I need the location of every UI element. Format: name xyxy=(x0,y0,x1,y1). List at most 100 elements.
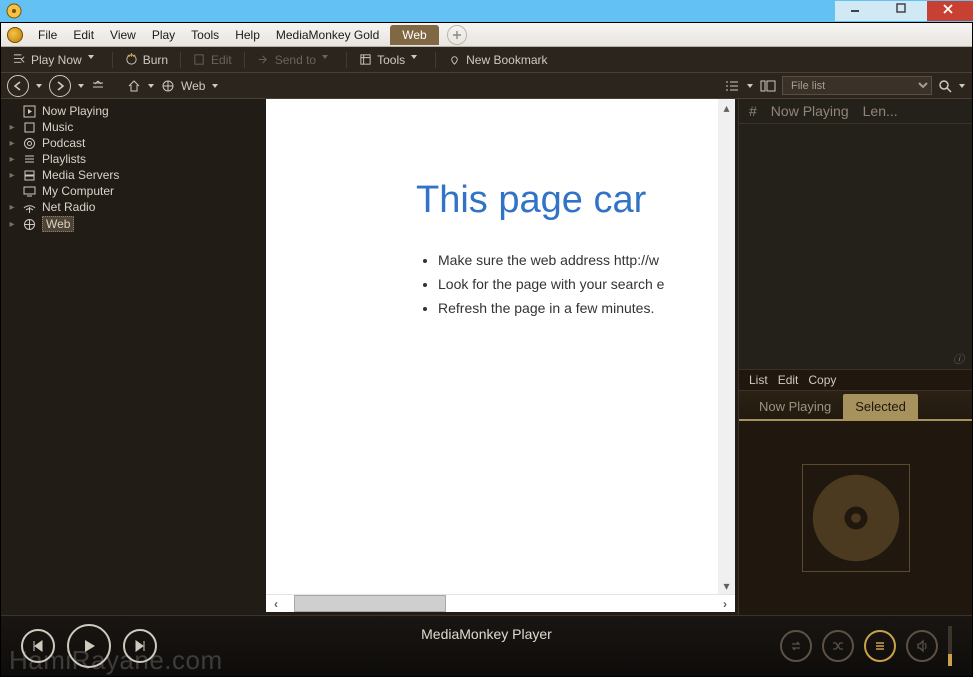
burn-icon xyxy=(125,53,138,66)
menu-edit[interactable]: Edit xyxy=(66,25,101,45)
repeat-button[interactable] xyxy=(780,630,812,662)
music-icon xyxy=(23,121,36,134)
tree-item-music[interactable]: ▸Music xyxy=(1,119,266,135)
album-art-placeholder xyxy=(802,464,910,572)
tree-item-net-radio[interactable]: ▸Net Radio xyxy=(1,199,266,215)
search-icon[interactable] xyxy=(938,79,952,93)
window-maximize-button[interactable] xyxy=(881,1,927,21)
menu-tools[interactable]: Tools xyxy=(184,25,226,45)
view-list-icon[interactable] xyxy=(724,79,740,93)
send-to-label: Send to xyxy=(275,53,316,67)
error-bullet: Look for the page with your search e xyxy=(438,276,678,292)
tools-icon xyxy=(359,53,372,66)
scroll-left-icon[interactable]: ‹ xyxy=(266,597,286,611)
window-minimize-button[interactable] xyxy=(835,1,881,21)
nav-forward-button[interactable] xyxy=(49,75,71,97)
play-now-icon xyxy=(13,53,26,66)
dropdown-icon[interactable] xyxy=(958,82,966,90)
add-tab-button[interactable] xyxy=(447,25,467,45)
home-icon[interactable] xyxy=(127,79,141,93)
art-tab-selected[interactable]: Selected xyxy=(843,394,918,419)
new-bookmark-button[interactable]: New Bookmark xyxy=(442,51,553,69)
vertical-scrollbar[interactable]: ▴ ▾ xyxy=(718,99,735,594)
view-mode-combo[interactable]: File list xyxy=(782,76,932,95)
tools-button[interactable]: Tools xyxy=(353,51,429,69)
send-to-icon xyxy=(257,53,270,66)
tracklist-header: # Now Playing Len... xyxy=(739,99,972,124)
play-icon xyxy=(23,105,36,118)
art-menu-edit[interactable]: Edit xyxy=(778,373,799,387)
dropdown-icon xyxy=(410,53,423,66)
tree-item-podcast[interactable]: ▸Podcast xyxy=(1,135,266,151)
col-now-playing[interactable]: Now Playing xyxy=(771,103,849,119)
window-close-button[interactable] xyxy=(927,1,973,21)
bookmark-icon xyxy=(448,53,461,66)
art-menu: List Edit Copy xyxy=(739,370,972,391)
tree-item-media-servers[interactable]: ▸Media Servers xyxy=(1,167,266,183)
tab-web[interactable]: Web xyxy=(390,25,438,45)
scroll-down-icon[interactable]: ▾ xyxy=(718,577,735,594)
menu-play[interactable]: Play xyxy=(145,25,182,45)
dropdown-icon[interactable] xyxy=(147,82,155,90)
scroll-right-icon[interactable]: › xyxy=(715,597,735,611)
scroll-thumb[interactable] xyxy=(294,595,446,612)
menu-view[interactable]: View xyxy=(103,25,143,45)
playlists-icon xyxy=(23,153,36,166)
dropdown-icon[interactable] xyxy=(77,82,85,90)
dropdown-icon[interactable] xyxy=(211,82,219,90)
embedded-browser: This page car Make sure the web address … xyxy=(266,99,735,612)
web-icon xyxy=(23,218,36,231)
send-to-button: Send to xyxy=(251,51,340,69)
menu-gold[interactable]: MediaMonkey Gold xyxy=(269,25,386,45)
navigation-tree[interactable]: ▸Now Playing ▸Music ▸Podcast ▸Playlists … xyxy=(1,99,266,615)
shuffle-button[interactable] xyxy=(822,630,854,662)
col-number[interactable]: # xyxy=(749,103,757,119)
nav-bar: Web File list xyxy=(1,73,972,99)
dropdown-icon[interactable] xyxy=(35,82,43,90)
app-window: File Edit View Play Tools Help MediaMonk… xyxy=(0,0,973,677)
info-icon[interactable]: ⓘ xyxy=(953,351,964,367)
player-bar: MediaMonkey Player HamiRayane.com xyxy=(1,615,972,676)
computer-icon xyxy=(23,185,36,198)
tree-item-web[interactable]: ▸Web xyxy=(1,215,266,233)
dropdown-icon[interactable] xyxy=(746,82,754,90)
tree-label: Net Radio xyxy=(42,200,95,214)
error-bullet: Make sure the web address http://w xyxy=(438,252,678,268)
menu-file[interactable]: File xyxy=(31,25,64,45)
volume-button[interactable] xyxy=(906,630,938,662)
dropdown-icon xyxy=(321,53,334,66)
nav-back-button[interactable] xyxy=(7,75,29,97)
tree-item-my-computer[interactable]: ▸My Computer xyxy=(1,183,266,199)
center-pane: This page car Make sure the web address … xyxy=(266,99,738,615)
right-panel: # Now Playing Len... ⓘ List Edit Copy No… xyxy=(738,99,972,615)
nav-up-icon[interactable] xyxy=(91,79,105,93)
tools-label: Tools xyxy=(377,53,405,67)
tree-label: Media Servers xyxy=(42,168,119,182)
app-logo-icon xyxy=(7,27,23,43)
tree-item-playlists[interactable]: ▸Playlists xyxy=(1,151,266,167)
art-menu-list[interactable]: List xyxy=(749,373,768,387)
burn-label: Burn xyxy=(143,53,168,67)
art-menu-copy[interactable]: Copy xyxy=(808,373,836,387)
horizontal-scrollbar[interactable]: ‹ › xyxy=(266,594,735,612)
view-columns-icon[interactable] xyxy=(760,79,776,93)
menu-help[interactable]: Help xyxy=(228,25,267,45)
tracklist-pane: # Now Playing Len... ⓘ xyxy=(739,99,972,369)
error-bullet: Refresh the page in a few minutes. xyxy=(438,300,678,316)
breadcrumb-web[interactable]: Web xyxy=(181,79,205,93)
disc-icon xyxy=(808,470,904,566)
app-body: ▸Now Playing ▸Music ▸Podcast ▸Playlists … xyxy=(1,99,972,615)
volume-slider[interactable] xyxy=(948,626,952,666)
scroll-up-icon[interactable]: ▴ xyxy=(718,99,735,116)
new-bookmark-label: New Bookmark xyxy=(466,53,547,67)
menubar: File Edit View Play Tools Help MediaMonk… xyxy=(1,23,972,47)
art-tab-now-playing[interactable]: Now Playing xyxy=(747,394,843,419)
playlist-toggle-button[interactable] xyxy=(864,630,896,662)
dropdown-icon xyxy=(87,53,100,66)
tree-item-now-playing[interactable]: ▸Now Playing xyxy=(1,103,266,119)
web-icon xyxy=(161,79,175,93)
radio-icon xyxy=(23,201,36,214)
burn-button[interactable]: Burn xyxy=(119,51,174,69)
play-now-button[interactable]: Play Now xyxy=(7,51,106,69)
col-length[interactable]: Len... xyxy=(863,103,898,119)
